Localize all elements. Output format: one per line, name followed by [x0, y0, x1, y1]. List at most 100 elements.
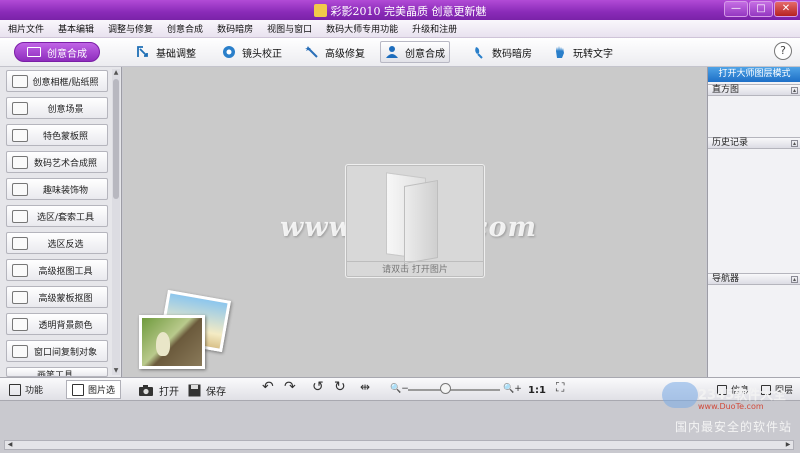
- scroll-down-icon[interactable]: ▼: [112, 367, 120, 375]
- menu-adjust[interactable]: 调整与修复: [108, 22, 153, 35]
- footer-watermark: 国内最安全的软件站: [674, 420, 792, 434]
- zoom-slider-handle[interactable]: [440, 383, 451, 394]
- list-item-invert-selection[interactable]: 选区反选: [6, 232, 108, 254]
- menu-file[interactable]: 相片文件: [8, 22, 44, 35]
- open-button[interactable]: 打开: [138, 381, 179, 399]
- tool-label: 玩转文字: [573, 48, 613, 60]
- rotate-right-icon[interactable]: ↻: [334, 379, 346, 395]
- list-item-transparent-bg[interactable]: 透明背景颜色: [6, 313, 108, 335]
- list-item-creative-frame[interactable]: 创意相框/贴纸照: [6, 70, 108, 92]
- help-button[interactable]: ?: [774, 42, 792, 60]
- list-item-mask-cutout[interactable]: 高级蒙板抠图: [6, 286, 108, 308]
- sample-photo-bird: [139, 315, 205, 369]
- app-icon: [313, 4, 327, 17]
- logo-text: 2345软件大全: [698, 388, 787, 403]
- frame-icon: [12, 74, 28, 88]
- list-item-lasso[interactable]: 选区/套索工具: [6, 205, 108, 227]
- list-item-copy-between-windows[interactable]: 窗口间复制对象: [6, 340, 108, 362]
- history-section-header[interactable]: 历史记录 ▴: [708, 137, 800, 149]
- panel-icon: [9, 383, 21, 396]
- tool-label: 高级修复: [325, 48, 365, 60]
- navigator-section-header[interactable]: 导航器 ▴: [708, 273, 800, 285]
- fit-window-icon[interactable]: ⛶: [556, 380, 564, 395]
- image-canvas[interactable]: www.DuoTe.com 请双击 打开图片: [123, 67, 706, 377]
- scroll-up-icon[interactable]: ▲: [112, 69, 120, 77]
- tool-basic-adjust[interactable]: 基础调整: [132, 41, 200, 63]
- tool-creative-compose[interactable]: 创意合成: [380, 41, 450, 63]
- frame-icon: [27, 47, 41, 57]
- zoom-in-icon[interactable]: 🔍+: [503, 384, 522, 394]
- collapse-icon[interactable]: ▴: [791, 276, 798, 283]
- primary-button-label: 创意合成: [47, 48, 87, 60]
- bow-icon: [12, 182, 28, 196]
- scrollbar-thumb[interactable]: [113, 79, 119, 199]
- menu-darkroom[interactable]: 数码暗房: [217, 22, 253, 35]
- right-panel: 打开大师图层模式 直方图 ▴ 历史记录 ▴ 导航器 ▴: [707, 67, 800, 377]
- menu-bar: 相片文件 基本编辑 调整与修复 创意合成 数码暗房 视图与窗口 数码大师专用功能…: [0, 20, 800, 38]
- logo-url: www.DuoTe.com: [698, 402, 764, 411]
- hand-icon: [556, 46, 564, 58]
- tool-label: 数码暗房: [492, 48, 532, 60]
- creative-compose-mode-button[interactable]: 创意合成: [14, 42, 100, 62]
- open-image-placeholder[interactable]: 请双击 打开图片: [345, 164, 485, 278]
- collapse-icon[interactable]: ▴: [791, 87, 798, 94]
- minimize-button[interactable]: —: [724, 1, 748, 17]
- image-list-icon: [72, 383, 84, 396]
- flip-icon[interactable]: ⇹: [360, 380, 370, 394]
- lens-icon: [223, 46, 235, 58]
- list-item-mask-photo[interactable]: 特色蒙板照: [6, 124, 108, 146]
- rotate-left-icon[interactable]: ↺: [312, 379, 324, 395]
- tool-advanced-repair[interactable]: 高级修复: [301, 41, 369, 63]
- save-button[interactable]: 保存: [188, 381, 226, 399]
- menu-compose[interactable]: 创意合成: [167, 22, 203, 35]
- menu-upgrade[interactable]: 升级和注册: [412, 22, 457, 35]
- title-bar: 彩影2010 完美晶质 创意更新魅 — □ ✕: [0, 0, 800, 20]
- scroll-right-icon[interactable]: ▶: [783, 441, 793, 449]
- list-item-brush-tool[interactable]: 画笔工具: [6, 367, 108, 377]
- open-image-hint: 请双击 打开图片: [382, 265, 448, 275]
- tool-lens-correction[interactable]: 镜头校正: [218, 41, 286, 63]
- master-layer-mode-button[interactable]: 打开大师图层模式: [708, 67, 800, 82]
- menu-view[interactable]: 视图与窗口: [267, 22, 312, 35]
- menu-edit[interactable]: 基本编辑: [58, 22, 94, 35]
- zoom-slider-track[interactable]: [408, 389, 500, 391]
- zoom-out-icon[interactable]: 🔍−: [390, 384, 409, 394]
- horizontal-scrollbar[interactable]: ◀ ▶: [4, 440, 794, 450]
- redo-icon[interactable]: ↷: [284, 379, 296, 395]
- copy-icon: [12, 344, 28, 358]
- histogram-section-header[interactable]: 直方图 ▴: [708, 84, 800, 96]
- cutout-icon: [12, 263, 28, 277]
- tool-label: 基础调整: [156, 48, 196, 60]
- camera-icon: [139, 384, 153, 396]
- brush-icon: [475, 47, 483, 59]
- wand-icon: [305, 46, 318, 58]
- list-item-digital-art[interactable]: 数码艺术合成照: [6, 151, 108, 173]
- pen-icon: [12, 317, 28, 331]
- flower-icon: [12, 128, 28, 142]
- tool-text-fun[interactable]: 玩转文字: [549, 41, 617, 63]
- close-button[interactable]: ✕: [774, 1, 798, 17]
- scroll-left-icon[interactable]: ◀: [5, 441, 15, 449]
- person-icon: [386, 46, 398, 58]
- window-title: 彩影2010 完美晶质 创意更新魅: [330, 5, 487, 18]
- tab-image-browser[interactable]: 图片选: [66, 380, 122, 399]
- maximize-button[interactable]: □: [749, 1, 773, 17]
- save-icon: [188, 384, 201, 396]
- scene-icon: [12, 101, 28, 115]
- tool-label: 创意合成: [405, 48, 445, 60]
- actual-size-button[interactable]: 1:1: [528, 381, 546, 399]
- tool-digital-darkroom[interactable]: 数码暗房: [468, 41, 536, 63]
- invert-selection-icon: [12, 236, 28, 250]
- site-logo-watermark: 2345软件大全 www.DuoTe.com: [654, 378, 800, 418]
- left-panel-scrollbar[interactable]: ▲ ▼: [112, 69, 120, 375]
- list-item-creative-scene[interactable]: 创意场景: [6, 97, 108, 119]
- undo-icon[interactable]: ↶: [262, 379, 274, 395]
- list-item-cutout-tool[interactable]: 高级抠图工具: [6, 259, 108, 281]
- function-panel: 创意相框/贴纸照 创意场景 特色蒙板照 数码艺术合成照 趣味装饰物 选区/套索工…: [0, 67, 122, 377]
- list-item-decorations[interactable]: 趣味装饰物: [6, 178, 108, 200]
- mask-icon: [12, 290, 28, 304]
- collapse-icon[interactable]: ▴: [791, 140, 798, 147]
- tool-label: 镜头校正: [242, 48, 282, 60]
- tab-functions[interactable]: 功能: [4, 380, 48, 399]
- menu-master-functions[interactable]: 数码大师专用功能: [326, 22, 398, 35]
